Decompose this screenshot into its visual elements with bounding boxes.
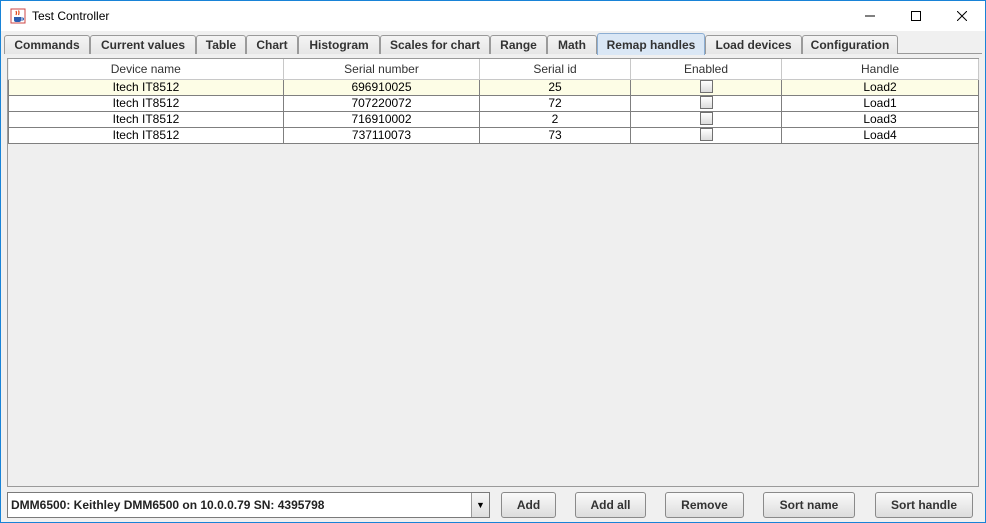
sort-handle-button[interactable]: Sort handle xyxy=(875,492,973,518)
enabled-cell xyxy=(630,111,782,128)
table-row[interactable]: Itech IT8512 737110073 73 Load4 xyxy=(8,127,979,144)
tab-table[interactable]: Table xyxy=(196,35,246,54)
device-select-value: DMM6500: Keithley DMM6500 on 10.0.0.79 S… xyxy=(11,498,325,512)
sort-name-button[interactable]: Sort name xyxy=(763,492,855,518)
handle-cell[interactable]: Load3 xyxy=(781,111,979,128)
maximize-icon xyxy=(911,11,921,21)
device-name-cell[interactable]: Itech IT8512 xyxy=(8,79,284,96)
handle-cell[interactable]: Load4 xyxy=(781,127,979,144)
chevron-down-icon[interactable]: ▼ xyxy=(471,493,489,517)
window-controls xyxy=(847,1,985,31)
close-icon xyxy=(957,11,967,21)
column-header-device-name[interactable]: Device name xyxy=(8,59,284,80)
handles-table: Device name Serial number Serial id Enab… xyxy=(8,59,979,144)
add-all-button[interactable]: Add all xyxy=(575,492,646,518)
device-name-cell[interactable]: Itech IT8512 xyxy=(8,127,284,144)
enabled-checkbox[interactable] xyxy=(699,80,713,94)
remove-button[interactable]: Remove xyxy=(665,492,744,518)
tab-configuration[interactable]: Configuration xyxy=(802,35,898,54)
serial-id-cell[interactable]: 72 xyxy=(479,95,631,112)
tab-range[interactable]: Range xyxy=(490,35,547,54)
minimize-button[interactable] xyxy=(847,1,893,31)
add-button[interactable]: Add xyxy=(501,492,556,518)
serial-number-cell[interactable]: 707220072 xyxy=(283,95,480,112)
column-header-serial-id[interactable]: Serial id xyxy=(479,59,631,80)
handle-cell[interactable]: Load1 xyxy=(781,95,979,112)
serial-number-cell[interactable]: 696910025 xyxy=(283,79,480,96)
window-title: Test Controller xyxy=(32,9,110,23)
device-select[interactable]: DMM6500: Keithley DMM6500 on 10.0.0.79 S… xyxy=(7,492,490,518)
table-row[interactable]: Itech IT8512 696910025 25 Load2 xyxy=(8,79,979,96)
tab-strip: Commands Current values Table Chart Hist… xyxy=(4,33,982,55)
table-row[interactable]: Itech IT8512 707220072 72 Load1 xyxy=(8,95,979,112)
serial-id-cell[interactable]: 2 xyxy=(479,111,631,128)
serial-number-cell[interactable]: 716910002 xyxy=(283,111,480,128)
enabled-checkbox[interactable] xyxy=(699,96,713,110)
tab-scales-for-chart[interactable]: Scales for chart xyxy=(380,35,490,54)
column-header-serial-number[interactable]: Serial number xyxy=(283,59,480,80)
tab-current-values[interactable]: Current values xyxy=(90,35,196,54)
column-header-handle[interactable]: Handle xyxy=(781,59,979,80)
table-header-row: Device name Serial number Serial id Enab… xyxy=(8,59,979,80)
tab-load-devices[interactable]: Load devices xyxy=(705,35,802,54)
column-header-enabled[interactable]: Enabled xyxy=(630,59,782,80)
java-coffee-icon xyxy=(10,8,26,24)
enabled-cell xyxy=(630,127,782,144)
enabled-checkbox[interactable] xyxy=(699,128,713,142)
handle-cell[interactable]: Load2 xyxy=(781,79,979,96)
serial-number-cell[interactable]: 737110073 xyxy=(283,127,480,144)
maximize-button[interactable] xyxy=(893,1,939,31)
remap-handles-panel: Device name Serial number Serial id Enab… xyxy=(7,58,979,487)
title-bar[interactable]: Test Controller xyxy=(1,1,985,31)
tab-histogram[interactable]: Histogram xyxy=(298,35,380,54)
serial-id-cell[interactable]: 25 xyxy=(479,79,631,96)
app-window: Test Controller Commands Current values … xyxy=(0,0,986,523)
serial-id-cell[interactable]: 73 xyxy=(479,127,631,144)
minimize-icon xyxy=(865,15,875,17)
tab-chart[interactable]: Chart xyxy=(246,35,298,54)
tab-remap-handles[interactable]: Remap handles xyxy=(597,33,705,55)
close-button[interactable] xyxy=(939,1,985,31)
enabled-cell xyxy=(630,79,782,96)
enabled-cell xyxy=(630,95,782,112)
device-name-cell[interactable]: Itech IT8512 xyxy=(8,95,284,112)
table-row[interactable]: Itech IT8512 716910002 2 Load3 xyxy=(8,111,979,128)
device-name-cell[interactable]: Itech IT8512 xyxy=(8,111,284,128)
tab-math[interactable]: Math xyxy=(547,35,597,54)
tab-commands[interactable]: Commands xyxy=(4,35,90,54)
bottom-toolbar: DMM6500: Keithley DMM6500 on 10.0.0.79 S… xyxy=(7,492,979,519)
enabled-checkbox[interactable] xyxy=(699,112,713,126)
